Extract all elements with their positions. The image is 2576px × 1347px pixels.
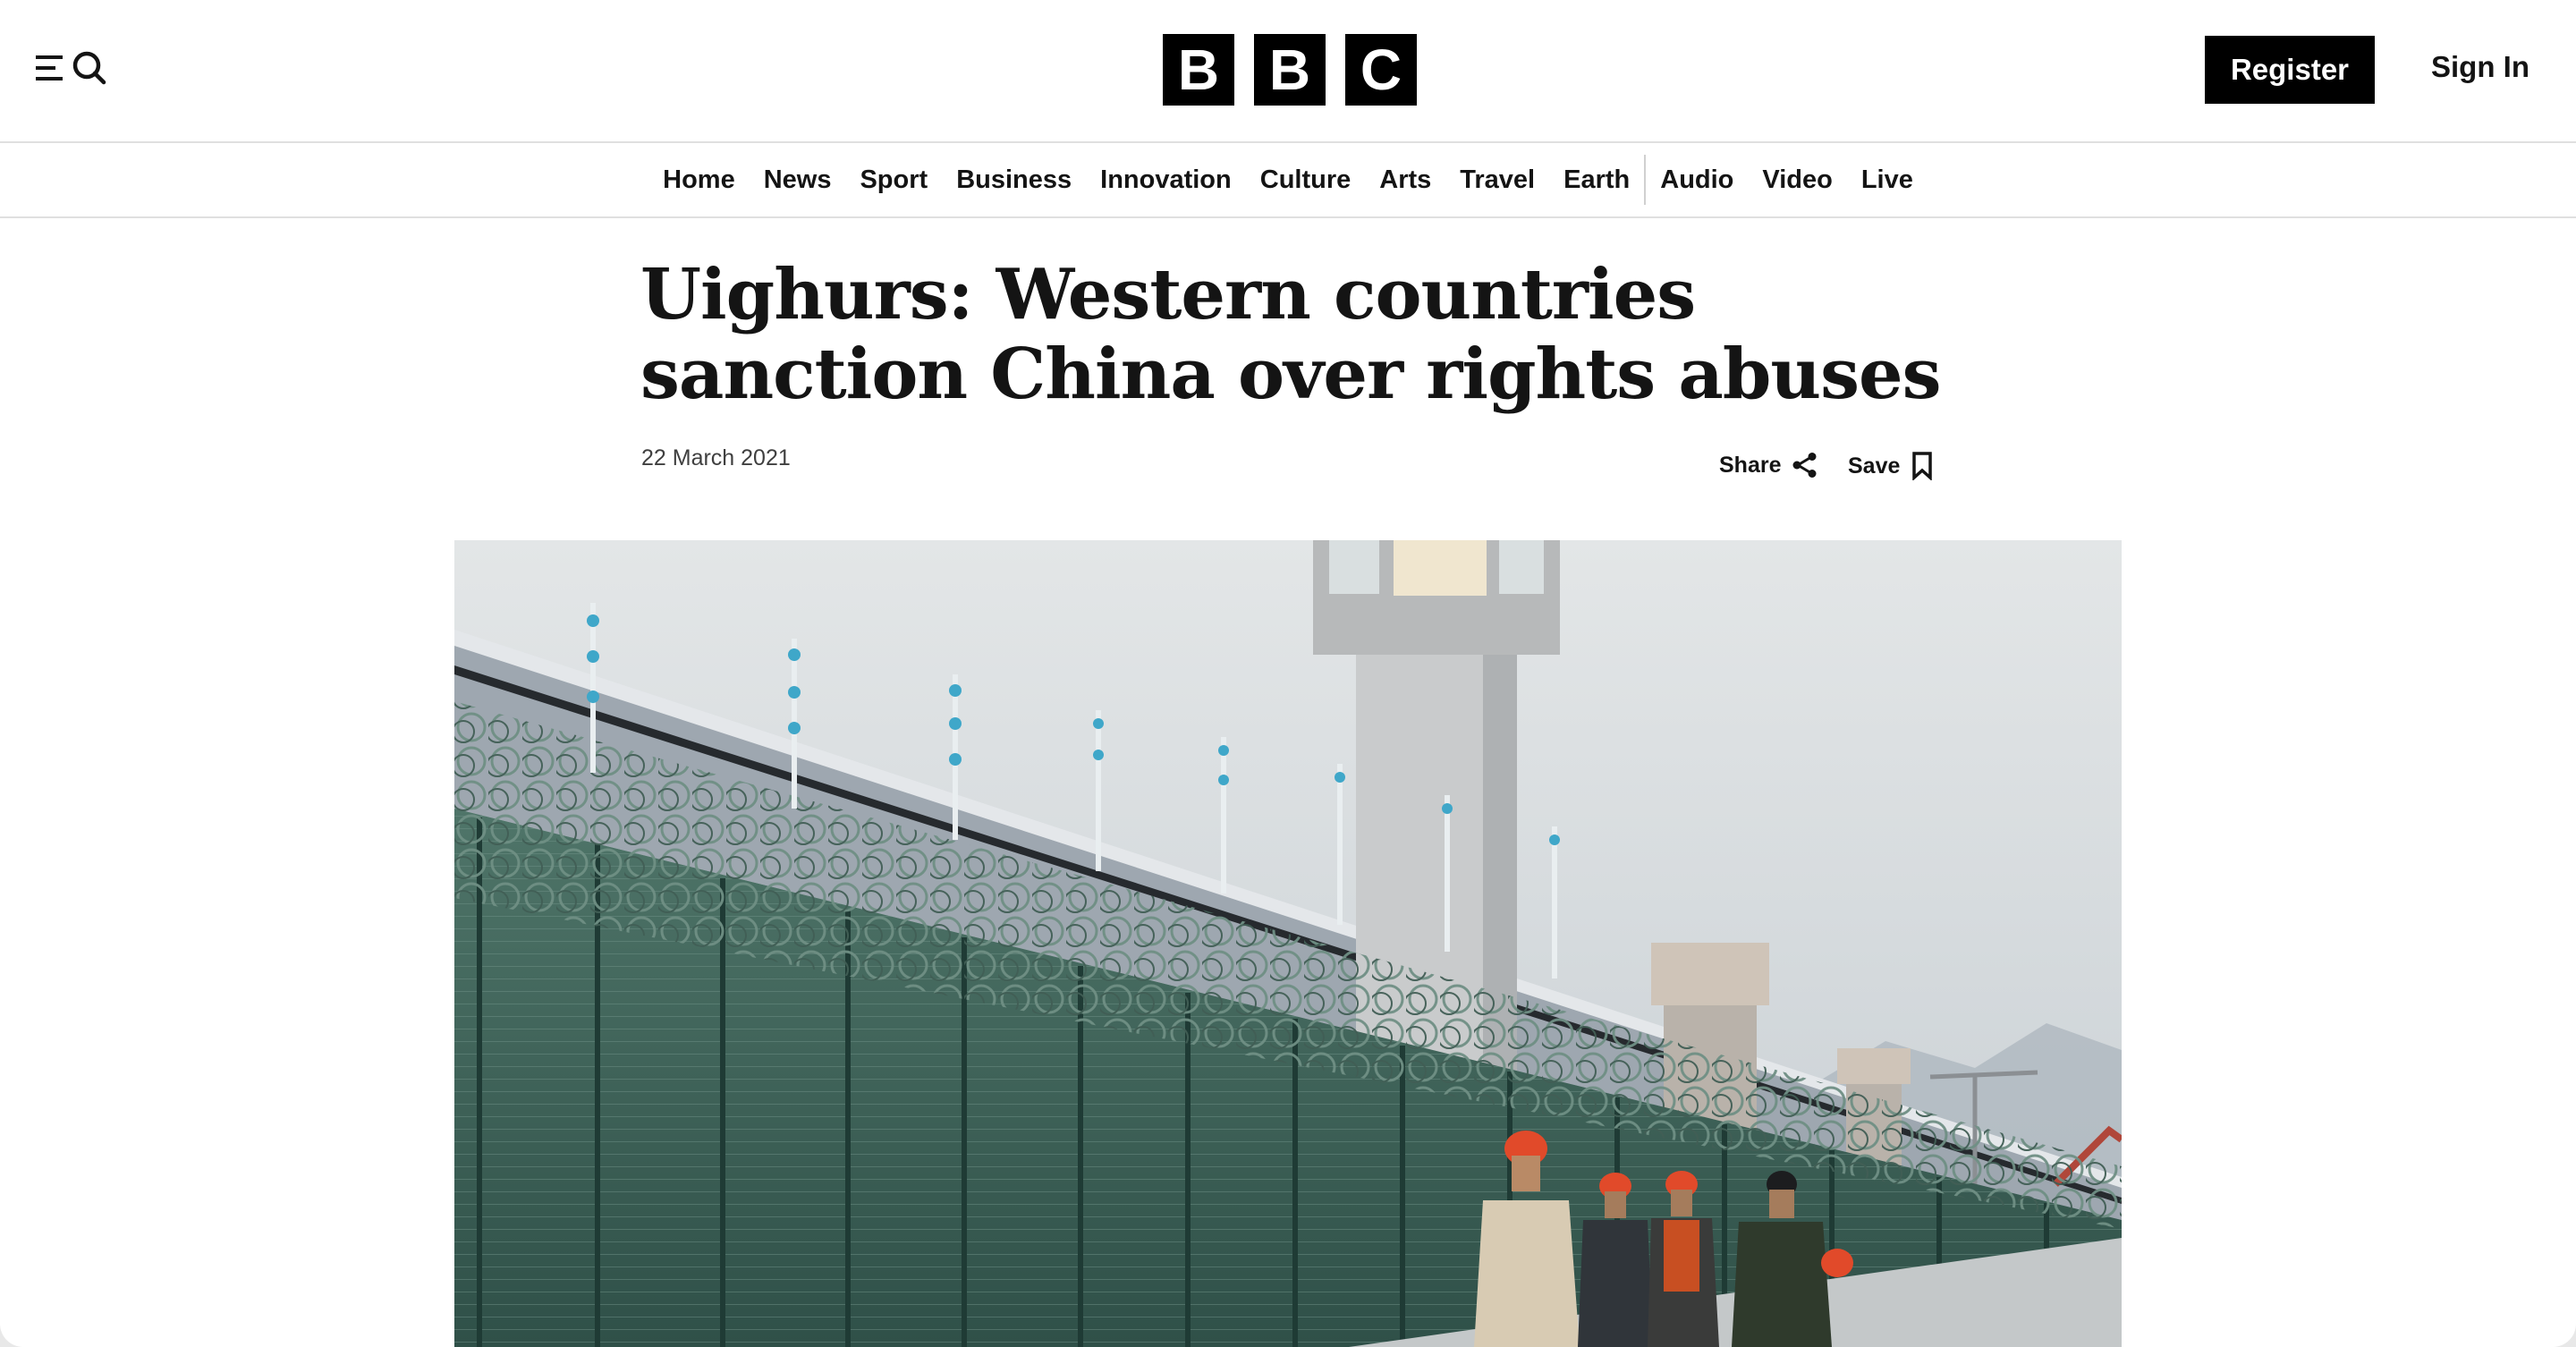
share-label: Share xyxy=(1719,452,1782,478)
article-headline: Uighurs: Western countries sanction Chin… xyxy=(640,254,1942,415)
nav-item-culture[interactable]: Culture xyxy=(1246,165,1366,195)
share-button[interactable]: Share xyxy=(1719,452,1818,479)
nav-item-audio[interactable]: Audio xyxy=(1646,165,1748,195)
nav-item-travel[interactable]: Travel xyxy=(1445,165,1549,195)
nav-item-innovation[interactable]: Innovation xyxy=(1086,165,1246,195)
article-date: 22 March 2021 xyxy=(641,445,791,470)
save-button[interactable]: Save xyxy=(1848,452,1934,480)
menu-icon xyxy=(36,55,63,80)
logo-letter: C xyxy=(1345,34,1417,106)
nav-item-live[interactable]: Live xyxy=(1847,165,1928,195)
nav-item-business[interactable]: Business xyxy=(942,165,1086,195)
hero-image xyxy=(454,540,2122,1347)
nav-item-video[interactable]: Video xyxy=(1748,165,1846,195)
save-label: Save xyxy=(1848,453,1901,479)
nav-item-home[interactable]: Home xyxy=(648,165,750,195)
share-icon xyxy=(1792,453,1817,478)
top-bar: B B C Register Sign In xyxy=(0,0,2576,143)
section-nav: Home News Sport Business Innovation Cult… xyxy=(0,143,2576,218)
register-button[interactable]: Register xyxy=(2205,36,2375,104)
nav-item-sport[interactable]: Sport xyxy=(845,165,942,195)
bookmark-icon xyxy=(1912,452,1933,480)
nav-item-news[interactable]: News xyxy=(750,165,846,195)
menu-search-button[interactable] xyxy=(36,47,113,89)
hero-photo xyxy=(454,540,2122,1347)
bbc-logo[interactable]: B B C xyxy=(1163,34,1417,106)
logo-letter: B xyxy=(1163,34,1234,106)
nav-item-arts[interactable]: Arts xyxy=(1365,165,1445,195)
nav-item-earth[interactable]: Earth xyxy=(1549,165,1644,195)
page: B B C Register Sign In Home News Sport B… xyxy=(0,0,2576,1347)
logo-letter: B xyxy=(1254,34,1326,106)
search-icon xyxy=(72,51,106,85)
sign-in-link[interactable]: Sign In xyxy=(2431,50,2529,84)
